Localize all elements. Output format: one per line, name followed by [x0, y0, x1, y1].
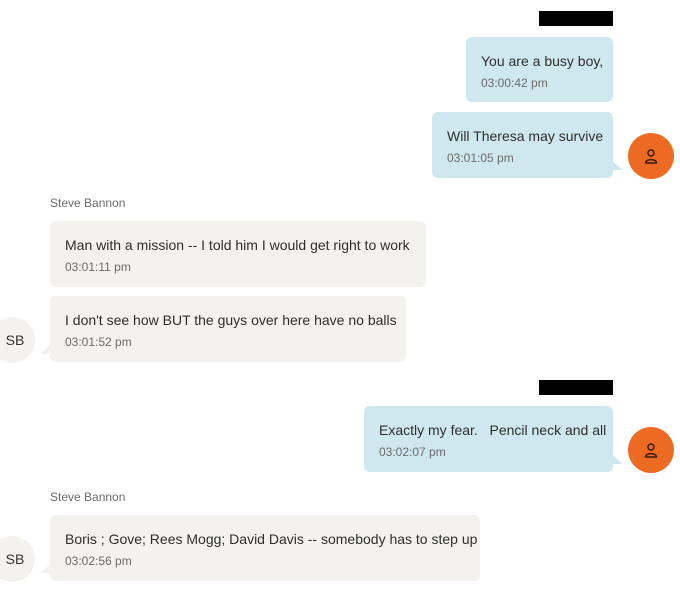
message-bubble-outgoing: Will Theresa may survive 03:01:05 pm	[432, 112, 613, 178]
avatar-initials: SB	[5, 551, 25, 567]
message-timestamp: 03:01:52 pm	[65, 335, 132, 349]
sender-name: Steve Bannon	[50, 196, 126, 210]
bubble-tail	[611, 454, 623, 464]
my-avatar[interactable]	[628, 427, 674, 473]
avatar-initials: SB	[5, 332, 25, 348]
redacted-sender-label	[539, 11, 613, 26]
message-bubble-incoming: Man with a mission -- I told him I would…	[50, 221, 426, 287]
message-bubble-outgoing: Exactly my fear. Pencil neck and all 03:…	[364, 406, 613, 472]
message-timestamp: 03:02:56 pm	[65, 554, 132, 568]
message-bubble-incoming: Boris ; Gove; Rees Mogg; David Davis -- …	[50, 515, 480, 581]
sender-avatar[interactable]: SB	[0, 317, 35, 363]
chat-thread: You are a busy boy, 03:00:42 pm Will The…	[0, 0, 680, 597]
message-timestamp: 03:01:11 pm	[65, 260, 131, 274]
sender-avatar[interactable]: SB	[0, 536, 35, 582]
my-avatar[interactable]	[628, 133, 674, 179]
bubble-tail	[40, 344, 52, 354]
sender-name: Steve Bannon	[50, 490, 126, 504]
message-text: Boris ; Gove; Rees Mogg; David Davis -- …	[65, 531, 478, 547]
person-icon	[644, 149, 658, 164]
message-bubble-outgoing: You are a busy boy, 03:00:42 pm	[466, 37, 613, 102]
message-timestamp: 03:00:42 pm	[481, 76, 548, 90]
person-icon	[644, 443, 658, 458]
message-text: I don't see how BUT the guys over here h…	[65, 312, 397, 328]
message-timestamp: 03:02:07 pm	[379, 445, 446, 459]
redacted-sender-label	[539, 380, 613, 395]
bubble-tail	[40, 563, 52, 573]
message-bubble-incoming: I don't see how BUT the guys over here h…	[50, 296, 406, 362]
message-text: Man with a mission -- I told him I would…	[65, 237, 410, 253]
message-text: You are a busy boy,	[481, 53, 604, 69]
message-text: Exactly my fear. Pencil neck and all	[379, 422, 607, 438]
message-timestamp: 03:01:05 pm	[447, 151, 514, 165]
message-text: Will Theresa may survive	[447, 128, 604, 144]
bubble-tail	[611, 160, 623, 170]
